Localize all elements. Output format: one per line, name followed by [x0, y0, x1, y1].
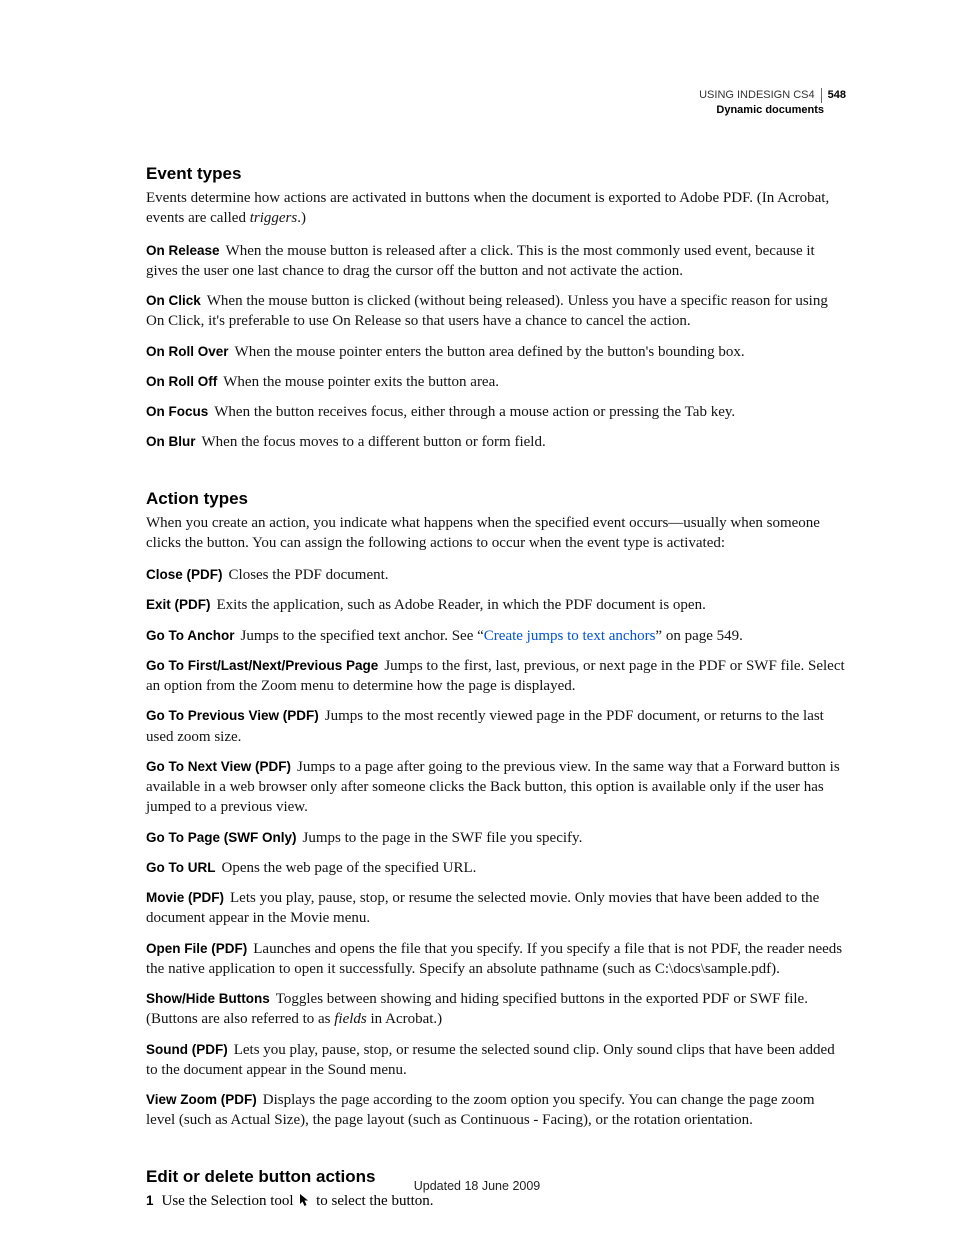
body-on-rollover: When the mouse pointer enters the button…: [235, 344, 745, 360]
def-on-focus: On Focus When the button receives focus, …: [146, 402, 846, 422]
def-openfile: Open File (PDF)Launches and opens the fi…: [146, 939, 846, 980]
body-anchor-pre: Jumps to the specified text anchor. See …: [241, 628, 484, 644]
def-exit: Exit (PDF) Exits the application, such as…: [146, 595, 846, 615]
header-section: Dynamic documents: [699, 103, 846, 118]
def-goto-page: Go To Page (SWF Only) Jumps to the page i…: [146, 828, 846, 848]
step-1-number: 1: [146, 1193, 154, 1208]
body-on-release: When the mouse button is released after …: [146, 243, 815, 279]
term-goto-url: Go To URL: [146, 860, 215, 875]
actions-intro: When you create an action, you indicate …: [146, 513, 846, 554]
term-close: Close (PDF): [146, 567, 223, 582]
term-movie: Movie (PDF): [146, 890, 224, 905]
def-on-click: On ClickWhen the mouse button is clicked…: [146, 291, 846, 332]
heading-action-types: Action types: [146, 489, 846, 509]
product-name: USING INDESIGN CS4: [699, 88, 822, 103]
def-anchor: Go To Anchor Jumps to the specified text …: [146, 626, 846, 646]
heading-event-types: Event types: [146, 164, 846, 184]
def-on-release: On ReleaseWhen the mouse button is relea…: [146, 241, 846, 282]
term-on-focus: On Focus: [146, 404, 208, 419]
def-sound: Sound (PDF)Lets you play, pause, stop, o…: [146, 1040, 846, 1081]
body-on-blur: When the focus moves to a different butt…: [202, 434, 546, 450]
term-on-rolloff: On Roll Off: [146, 374, 217, 389]
footer-updated: Updated 18 June 2009: [0, 1179, 954, 1193]
def-next-view: Go To Next View (PDF)Jumps to a page aft…: [146, 757, 846, 818]
page-number: 548: [822, 89, 846, 101]
page-content: Event types Events determine how actions…: [146, 88, 846, 1213]
def-prev-view: Go To Previous View (PDF)Jumps to the mo…: [146, 706, 846, 747]
body-on-click: When the mouse button is clicked (withou…: [146, 293, 828, 329]
header-line1: USING INDESIGN CS4548: [699, 88, 846, 103]
term-sound: Sound (PDF): [146, 1042, 228, 1057]
term-prev-view: Go To Previous View (PDF): [146, 708, 319, 723]
term-showhide: Show/Hide Buttons: [146, 991, 270, 1006]
def-on-rollover: On Roll Over When the mouse pointer enter…: [146, 342, 846, 362]
def-on-rolloff: On Roll Off When the mouse pointer exits …: [146, 372, 846, 392]
link-create-jumps[interactable]: Create jumps to text anchors: [484, 628, 656, 644]
body-anchor-post: ” on page 549.: [655, 628, 742, 644]
term-openfile: Open File (PDF): [146, 941, 247, 956]
term-on-click: On Click: [146, 293, 201, 308]
body-exit: Exits the application, such as Adobe Rea…: [217, 597, 706, 613]
step-1: 1 Use the Selection tool to select the bu…: [146, 1191, 846, 1213]
term-nav: Go To First/Last/Next/Previous Page: [146, 658, 378, 673]
running-header: USING INDESIGN CS4548 Dynamic documents: [699, 88, 846, 118]
selection-tool-icon: [299, 1193, 310, 1213]
body-openfile: Launches and opens the file that you spe…: [146, 941, 842, 977]
body-goto-url: Opens the web page of the specified URL.: [221, 860, 476, 876]
events-intro-tail: .): [297, 210, 306, 226]
term-viewzoom: View Zoom (PDF): [146, 1092, 257, 1107]
body-showhide-em: fields: [334, 1011, 367, 1027]
term-on-blur: On Blur: [146, 434, 196, 449]
body-on-focus: When the button receives focus, either t…: [214, 404, 735, 420]
def-nav: Go To First/Last/Next/Previous PageJumps…: [146, 656, 846, 697]
def-close: Close (PDF) Closes the PDF document.: [146, 565, 846, 585]
events-intro-text: Events determine how actions are activat…: [146, 190, 829, 226]
body-showhide-post: in Acrobat.): [367, 1011, 442, 1027]
term-goto-page: Go To Page (SWF Only): [146, 830, 297, 845]
term-on-release: On Release: [146, 243, 220, 258]
term-next-view: Go To Next View (PDF): [146, 759, 291, 774]
step-1-text-a: Use the Selection tool: [162, 1193, 298, 1209]
events-intro-em: triggers: [250, 210, 298, 226]
def-goto-url: Go To URL Opens the web page of the speci…: [146, 858, 846, 878]
def-showhide: Show/Hide ButtonsToggles between showing…: [146, 989, 846, 1030]
def-viewzoom: View Zoom (PDF)Displays the page accordi…: [146, 1090, 846, 1131]
term-anchor: Go To Anchor: [146, 628, 235, 643]
def-movie: Movie (PDF)Lets you play, pause, stop, o…: [146, 888, 846, 929]
step-1-text-b: to select the button.: [312, 1193, 433, 1209]
term-on-rollover: On Roll Over: [146, 344, 229, 359]
body-goto-page: Jumps to the page in the SWF file you sp…: [303, 830, 583, 846]
body-movie: Lets you play, pause, stop, or resume th…: [146, 890, 819, 926]
def-on-blur: On Blur When the focus moves to a differe…: [146, 432, 846, 452]
body-on-rolloff: When the mouse pointer exits the button …: [223, 374, 499, 390]
events-intro: Events determine how actions are activat…: [146, 188, 846, 229]
body-sound: Lets you play, pause, stop, or resume th…: [146, 1042, 835, 1078]
body-close: Closes the PDF document.: [229, 567, 389, 583]
page: USING INDESIGN CS4548 Dynamic documents …: [0, 0, 954, 1235]
term-exit: Exit (PDF): [146, 597, 211, 612]
